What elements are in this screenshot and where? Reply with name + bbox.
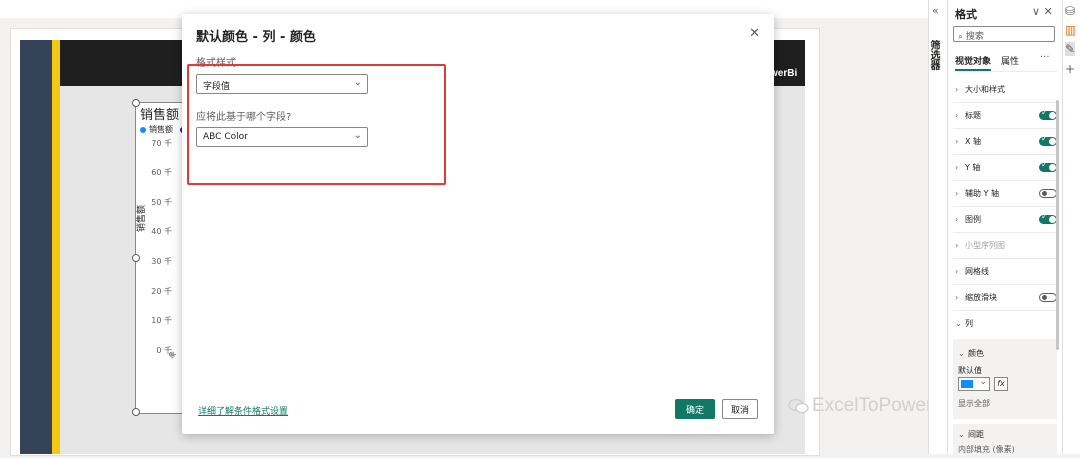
section-legend[interactable]: › 图例 xyxy=(955,212,1057,228)
toggle-switch[interactable] xyxy=(1039,134,1057,146)
toggle-switch[interactable] xyxy=(1039,108,1057,120)
y-tick: 20 千 xyxy=(151,287,172,296)
section-title[interactable]: › 标题 xyxy=(955,108,1057,124)
section-small-multiples: › 小型序列图 xyxy=(955,241,1005,250)
resize-handle[interactable] xyxy=(132,254,140,262)
highlight-box xyxy=(187,64,446,185)
collapse-icon[interactable]: « xyxy=(932,4,939,17)
tab-general[interactable]: 属性 xyxy=(1001,54,1019,67)
search-placeholder: 搜索 xyxy=(965,32,984,42)
learn-more-link[interactable]: 详细了解条件格式设置 xyxy=(198,404,288,417)
legend-dot-icon xyxy=(140,126,146,133)
toggle-switch[interactable] xyxy=(1039,293,1057,302)
wechat-icon xyxy=(788,398,809,414)
resize-handle[interactable] xyxy=(132,99,140,107)
inner-padding-label: 内部填充 (像素) xyxy=(958,445,1015,454)
section-gridlines[interactable]: › 网格线 xyxy=(955,266,1057,280)
toggle-switch[interactable] xyxy=(1039,212,1057,224)
divider xyxy=(953,284,1057,285)
yellow-side-bar xyxy=(52,40,60,454)
section-label: 列 xyxy=(965,319,973,328)
dialog-title: 默认颜色 - 列 - 颜色 xyxy=(196,30,316,45)
format-visual-icon[interactable]: ✎ xyxy=(1065,42,1076,56)
fx-button[interactable]: fx xyxy=(994,377,1008,391)
cancel-button[interactable]: 取消 xyxy=(722,399,758,419)
close-icon[interactable]: ✕ xyxy=(749,26,760,41)
format-pane-title: 格式 xyxy=(955,8,977,21)
resize-handle[interactable] xyxy=(132,408,140,416)
divider xyxy=(953,128,1057,129)
section-size-style[interactable]: › 大小和样式 xyxy=(955,84,1057,98)
group-color[interactable]: ⌄ 颜色 xyxy=(958,348,1060,362)
ok-button[interactable]: 确定 xyxy=(675,399,715,419)
divider xyxy=(953,258,1057,259)
y-tick: 50 千 xyxy=(151,198,172,207)
format-pane-actions[interactable]: ∨ ✕ xyxy=(1032,5,1053,18)
section-y-axis[interactable]: › Y 轴 xyxy=(955,160,1057,176)
search-icon: ⌕ xyxy=(958,32,964,42)
group-label: 颜色 xyxy=(968,349,984,358)
color-swatch xyxy=(961,380,973,388)
search-input[interactable]: ⌕ 搜索 xyxy=(953,26,1055,42)
section-label: 缩放滑块 xyxy=(965,293,997,302)
divider xyxy=(953,206,1057,207)
build-visual-icon[interactable]: ▥ xyxy=(1065,23,1076,37)
y-tick: 60 千 xyxy=(151,168,172,177)
toggle-switch[interactable] xyxy=(1039,189,1057,198)
section-secondary-y-axis[interactable]: › 辅助 Y 轴 xyxy=(955,188,1057,202)
section-label: 辅助 Y 轴 xyxy=(965,189,999,198)
divider xyxy=(953,310,1057,311)
section-columns[interactable]: ⌄ 列 xyxy=(955,318,1057,332)
add-icon[interactable]: + xyxy=(1065,62,1075,76)
data-icon[interactable]: ⛁ xyxy=(1065,4,1075,18)
divider xyxy=(953,102,1057,103)
legend-item: 销售额 xyxy=(149,125,173,134)
show-all-label[interactable]: 显示全部 xyxy=(958,398,1060,412)
divider xyxy=(953,154,1057,155)
toggle-switch[interactable] xyxy=(1039,160,1057,172)
divider xyxy=(953,232,1057,233)
section-label: 图例 xyxy=(965,215,981,224)
tab-visual[interactable]: 视觉对象 xyxy=(955,54,992,71)
section-zoom-slider[interactable]: › 缩放滑块 xyxy=(955,292,1057,306)
y-tick: 70 千 xyxy=(151,139,172,148)
section-label: 大小和样式 xyxy=(965,85,1005,94)
y-tick: 10 千 xyxy=(151,316,172,325)
section-label: Y 轴 xyxy=(965,163,981,172)
y-axis-label: 销售额 xyxy=(137,204,147,232)
section-label: 标题 xyxy=(965,111,981,120)
section-label: 小型序列图 xyxy=(965,241,1005,250)
scrollbar[interactable] xyxy=(1056,100,1059,350)
filter-pane-label[interactable]: 筛选器 xyxy=(926,40,941,70)
y-tick: 30 千 xyxy=(151,257,172,266)
section-label: 网格线 xyxy=(965,267,989,276)
chevron-down-icon: ⌄ xyxy=(979,377,987,387)
chart-legend: 销售额 xyxy=(140,124,186,135)
y-tick: 40 千 xyxy=(151,227,172,236)
section-label: X 轴 xyxy=(965,137,982,146)
group-label: 间距 xyxy=(968,430,984,439)
navy-side-bar xyxy=(20,40,52,454)
section-x-axis[interactable]: › X 轴 xyxy=(955,134,1057,150)
conditional-format-dialog: 默认颜色 - 列 - 颜色 ✕ 格式样式 字段值 ⌄ 应将此基于哪个字段? AB… xyxy=(182,14,774,434)
divider xyxy=(953,180,1057,181)
more-options-icon[interactable]: ··· xyxy=(1040,52,1050,63)
logo-text: werBi xyxy=(770,68,798,79)
color-picker[interactable]: ⌄ xyxy=(958,377,990,391)
group-spacing[interactable]: ⌄ 间距 xyxy=(958,429,1060,443)
divider xyxy=(953,71,1057,72)
